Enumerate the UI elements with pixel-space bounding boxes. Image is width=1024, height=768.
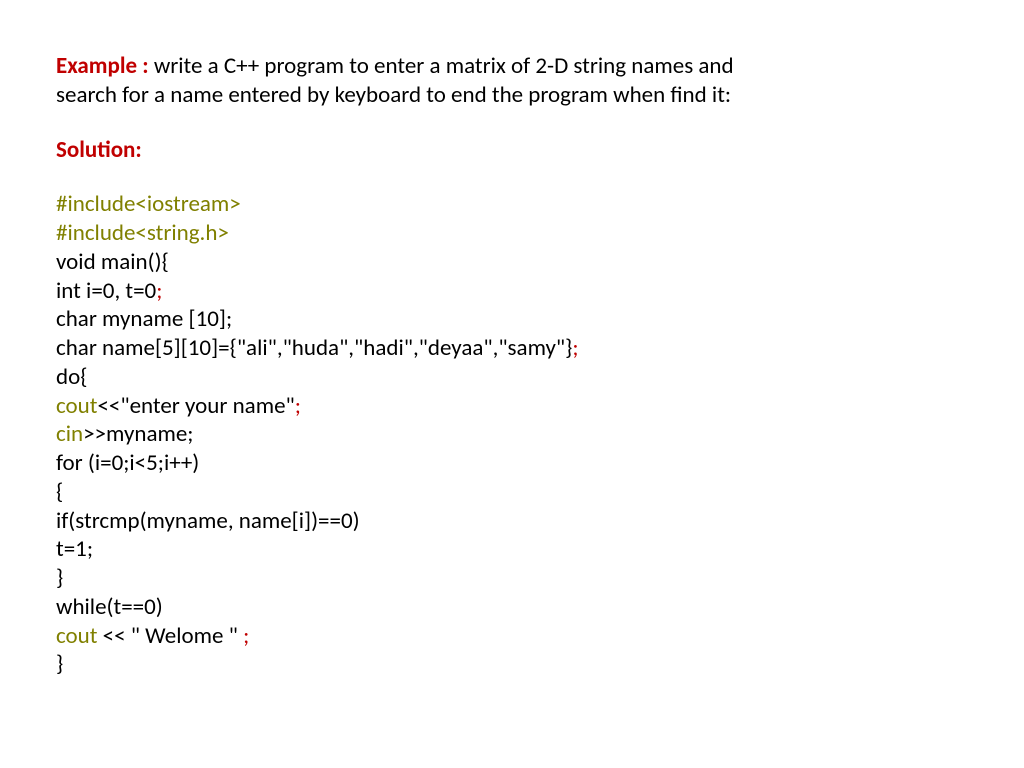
solution-label: Solution: — [56, 136, 968, 165]
code-line: } — [56, 564, 968, 593]
code-line: } — [56, 650, 968, 679]
prompt-text-1: write a C++ program to enter a matrix of… — [154, 52, 734, 80]
code-line: void main(){ — [56, 248, 968, 277]
example-label: Example : — [56, 52, 154, 80]
code-line: t=1; — [56, 535, 968, 564]
code-line: { — [56, 478, 968, 507]
code-line: for (i=0;i<5;i++) — [56, 449, 968, 478]
code-line: cout << " Welome " ; — [56, 622, 968, 651]
code-line: do{ — [56, 363, 968, 392]
code-block: #include<iostream> #include<string.h> vo… — [56, 190, 968, 679]
code-line: if(strcmp(myname, name[i])==0) — [56, 507, 968, 536]
example-prompt: Example : write a C++ program to enter a… — [56, 52, 968, 110]
code-line: int i=0, t=0; — [56, 277, 968, 306]
code-line: while(t==0) — [56, 593, 968, 622]
code-line: char myname [10]; — [56, 305, 968, 334]
code-line: #include<string.h> — [56, 219, 968, 248]
code-line: char name[5][10]={"ali","huda","hadi","d… — [56, 334, 968, 363]
code-line: cin>>myname; — [56, 420, 968, 449]
prompt-text-2: search for a name entered by keyboard to… — [56, 81, 731, 109]
code-line: #include<iostream> — [56, 190, 968, 219]
code-line: cout<<"enter your name"; — [56, 392, 968, 421]
